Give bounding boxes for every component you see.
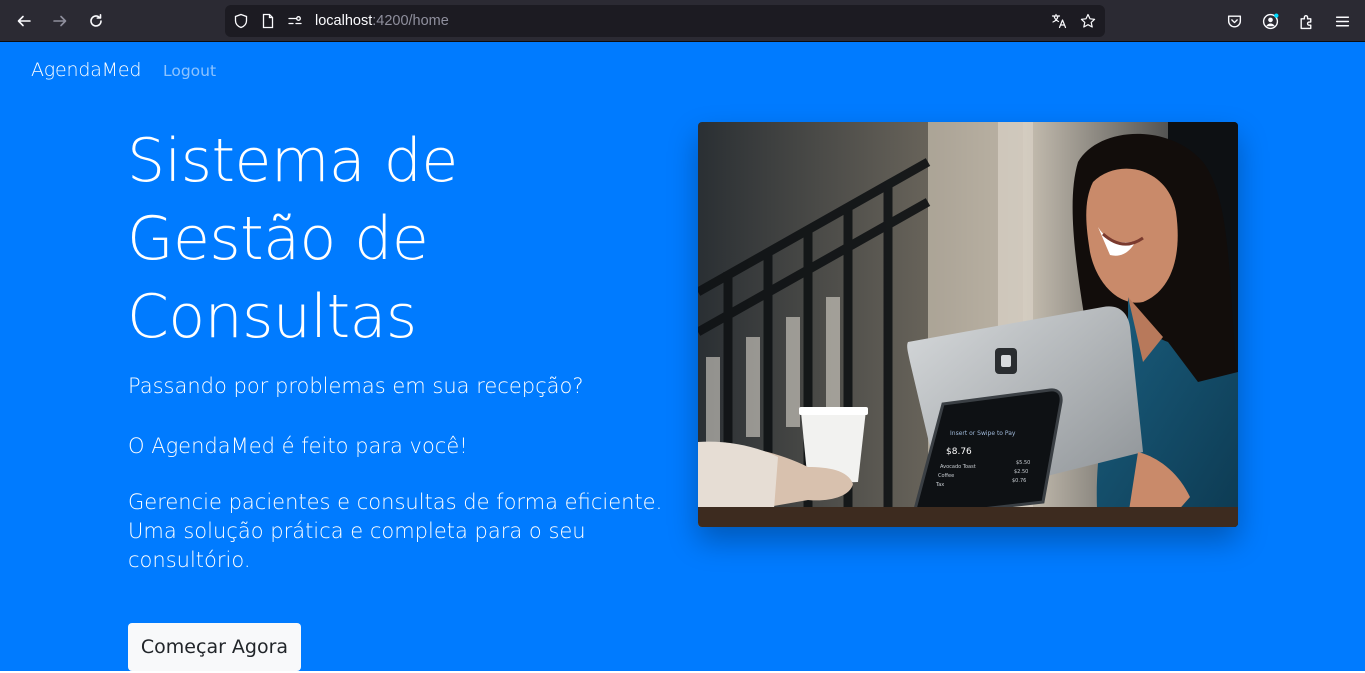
- site-permissions-icon[interactable]: [287, 13, 303, 29]
- hero-subtitle-problem: Passando por problemas em sua recepção?: [128, 374, 584, 398]
- shield-icon[interactable]: [233, 13, 249, 29]
- pocket-icon[interactable]: [1223, 10, 1245, 32]
- menu-icon[interactable]: [1331, 10, 1353, 32]
- pos-item-1-name: Avocado Toast: [940, 464, 976, 470]
- browser-toolbar: localhost:4200/home: [0, 0, 1365, 42]
- hero-title: Sistema de Gestão de Consultas: [127, 126, 458, 352]
- logout-link[interactable]: Logout: [163, 62, 216, 80]
- address-bar[interactable]: localhost:4200/home: [225, 5, 1105, 37]
- start-now-button[interactable]: Começar Agora: [128, 623, 301, 671]
- pos-item-2-name: Coffee: [938, 473, 954, 479]
- url-path: :4200/home: [372, 13, 449, 29]
- hero-description: Gerencie pacientes e consultas de forma …: [128, 490, 663, 572]
- url-host: localhost: [315, 13, 373, 29]
- reload-icon: [90, 14, 102, 27]
- pos-item-1-price: $5.50: [1016, 460, 1030, 466]
- woman-with-pos-terminal-illustration: Insert or Swipe to Pay $8.76 Avocado Toa…: [698, 122, 1238, 527]
- navbar-brand[interactable]: AgendaMed: [31, 59, 141, 81]
- extensions-icon[interactable]: [1295, 10, 1317, 32]
- translate-icon[interactable]: [1051, 13, 1067, 29]
- bookmark-star-icon[interactable]: [1080, 13, 1096, 29]
- pos-amount: $8.76: [946, 447, 972, 457]
- page-icon[interactable]: [260, 13, 276, 29]
- forward-button[interactable]: [47, 8, 73, 34]
- landing-page: AgendaMed Logout Sistema de Gestão de Co…: [0, 42, 1365, 671]
- back-button[interactable]: [11, 8, 37, 34]
- hero-photo: Insert or Swipe to Pay $8.76 Avocado Toa…: [698, 122, 1238, 527]
- reload-button[interactable]: [83, 8, 109, 34]
- pos-screen-header: Insert or Swipe to Pay: [950, 430, 1016, 437]
- forward-arrow-icon: [53, 15, 67, 27]
- back-arrow-icon: [17, 15, 31, 27]
- pos-item-2-price: $2.50: [1014, 469, 1028, 475]
- pos-item-3-name: Tax: [935, 482, 944, 488]
- account-icon[interactable]: [1259, 10, 1281, 32]
- hero-subtitle-forYou: O AgendaMed é feito para você!: [128, 434, 468, 458]
- url-text[interactable]: localhost:4200/home: [315, 13, 449, 29]
- pos-item-3-price: $0.76: [1012, 478, 1026, 484]
